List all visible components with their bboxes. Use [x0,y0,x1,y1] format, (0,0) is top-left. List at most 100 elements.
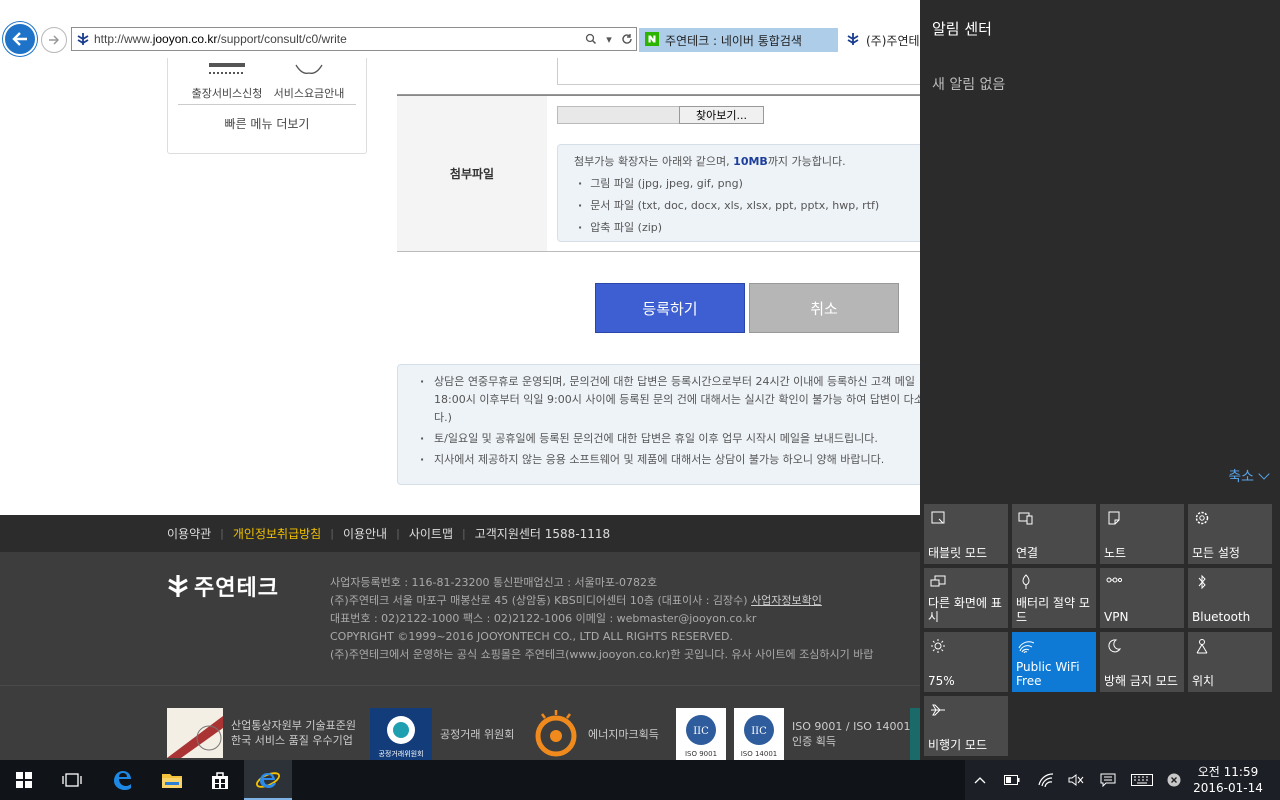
quick-menu-onsite-service[interactable]: 출장서비스신청 [182,58,272,101]
submit-button[interactable]: 등록하기 [595,283,745,333]
tile-connect[interactable]: 연결 [1012,504,1096,564]
list-item: 그림 파일 (jpg, jpeg, gif, png) [574,175,920,191]
keyboard-tray-button[interactable] [1128,760,1156,800]
action-center-tray-button[interactable] [1094,760,1122,800]
refresh-icon[interactable] [618,33,636,45]
separator: | [330,527,334,540]
volume-muted-icon [1068,774,1084,786]
tab-naver-search[interactable]: 주연테크 : 네이버 통합검색 [639,28,838,52]
footer-link-guide[interactable]: 이용안내 [343,525,387,542]
footer-link-privacy[interactable]: 개인정보취급방침 [233,525,321,542]
cert-service-quality: 산업통상자원부 기술표준원 한국 서비스 품질 우수기업 [167,708,356,758]
battery-tray-button[interactable] [998,760,1026,800]
store-button[interactable] [196,760,244,800]
tile-project[interactable]: 다른 화면에 표시 [924,568,1008,628]
tile-quiet-hours[interactable]: 방해 금지 모드 [1100,632,1184,692]
footer-link-sitemap[interactable]: 사이트맵 [409,525,453,542]
collapse-button[interactable]: 축소 [1228,466,1270,486]
tile-airplane-mode[interactable]: 비행기 모드 [924,696,1008,756]
tab-label: (주)주연테 [866,33,920,48]
search-icon[interactable] [582,33,600,45]
list-item: 지사에서 제공하지 않는 응용 소프트웨어 및 제품에 대해서는 상담이 불가능… [420,451,920,469]
ime-tray-button[interactable] [1160,760,1188,800]
tile-location[interactable]: 위치 [1188,632,1272,692]
tile-wifi[interactable]: Public WiFi Free [1012,632,1096,692]
forward-arrow-icon [49,35,60,45]
cancel-button[interactable]: 취소 [749,283,899,333]
notice-box: 상담은 연중무휴로 운영되며, 문의건에 대한 답변은 등록시간으로부터 24시… [397,364,920,485]
separator: | [396,527,400,540]
tile-tablet-mode[interactable]: 태블릿 모드 [924,504,1008,564]
location-icon [1194,638,1210,654]
jooyon-logo-icon [168,575,188,597]
list-item: 압축 파일 (zip) [574,219,920,235]
cert-ftc: 공정거래위원회 공정거래 위원회 [370,708,514,760]
footer: 주연테크 사업자등록번호 : 116-81-23200 통신판매업신고 : 서울… [0,552,920,685]
badge-icon [295,64,323,74]
close-circle-icon [1167,773,1181,787]
project-icon [930,574,946,590]
browse-button[interactable]: 찾아보기... [679,106,764,124]
svg-text:IIC: IIC [751,726,767,737]
task-view-button[interactable] [48,760,96,800]
tile-bluetooth[interactable]: Bluetooth [1188,568,1272,628]
address-bar[interactable]: http://www.jooyon.co.kr/support/consult/… [71,27,637,51]
site-favicon-icon [72,32,94,46]
vpn-icon [1106,574,1122,590]
quick-menu: 출장서비스신청 서비스요금안내 빠른 메뉴 더보기 [167,58,367,154]
tile-vpn[interactable]: VPN [1100,568,1184,628]
quick-menu-service-fee[interactable]: 서비스요금안내 [264,58,354,101]
clock[interactable]: 오전 11:59 2016-01-14 [1186,764,1270,796]
brightness-icon [930,638,946,654]
site-favicon-icon [846,32,860,49]
battery-icon [1004,775,1020,785]
tile-brightness[interactable]: 75% [924,632,1008,692]
quiet-hours-icon [1106,638,1122,654]
task-view-icon [62,773,82,787]
cert-iso: IIC ISO 9001 IIC ISO 14001 ISO 9001 / ISO … [676,708,910,760]
airplane-icon [930,702,946,718]
iso-9001-badge-icon: IIC ISO 9001 [676,708,726,760]
edge-taskbar-button[interactable] [98,760,146,800]
svg-text:ISO 9001: ISO 9001 [685,750,717,758]
footer-link-terms[interactable]: 이용약관 [167,525,211,542]
notification-icon [1100,773,1116,787]
footer-link-support[interactable]: 고객지원센터 1588-1118 [475,525,610,542]
start-button[interactable] [0,760,48,800]
ie-taskbar-button[interactable] [244,760,292,800]
business-info-link[interactable]: 사업자정보확인 [751,594,822,607]
tile-note[interactable]: 노트 [1100,504,1184,564]
file-path-field[interactable] [557,106,681,124]
volume-tray-button[interactable] [1062,760,1090,800]
quick-menu-more-link[interactable]: 빠른 메뉴 더보기 [168,115,366,132]
dotted-line-icon [209,63,245,74]
list-item: 토/일요일 및 공휴일에 등록된 문의건에 대한 답변은 휴일 이후 업무 시작… [420,430,920,448]
clock-date: 2016-01-14 [1193,781,1263,795]
chevron-down-icon [1258,468,1270,480]
keyboard-icon [1131,774,1153,786]
show-hidden-icons-button[interactable] [966,760,994,800]
content-textarea[interactable] [557,58,920,85]
dropdown-icon[interactable]: ▾ [600,33,618,46]
chevron-up-icon [974,777,986,784]
file-explorer-button[interactable] [148,760,196,800]
store-icon [212,772,228,789]
edge-icon [114,771,131,790]
note-icon [1106,510,1122,526]
network-tray-button[interactable] [1032,760,1060,800]
attachment-intro: 첨부가능 확장자는 아래와 같으며, 10MB까지 가능합니다. [574,155,846,168]
back-button[interactable] [3,22,37,56]
internet-explorer-icon [256,772,280,788]
tile-battery-saver[interactable]: 배터리 절약 모드 [1012,568,1096,628]
tablet-mode-icon [930,510,946,526]
tab-jooyontech[interactable]: (주)주연테 [840,28,920,52]
naver-icon [645,31,659,49]
forward-button[interactable] [41,27,67,53]
address-url[interactable]: http://www.jooyon.co.kr/support/consult/… [94,32,582,46]
certifications: 산업통상자원부 기술표준원 한국 서비스 품질 우수기업 공정거래위원회 공정거래… [0,685,920,760]
tile-all-settings[interactable]: 모든 설정 [1188,504,1272,564]
tab-label: 주연테크 : 네이버 통합검색 [665,33,802,48]
company-info: 사업자등록번호 : 116-81-23200 통신판매업신고 : 서울마포-07… [330,576,874,661]
windows-logo-icon [16,772,32,788]
divider [178,104,356,105]
